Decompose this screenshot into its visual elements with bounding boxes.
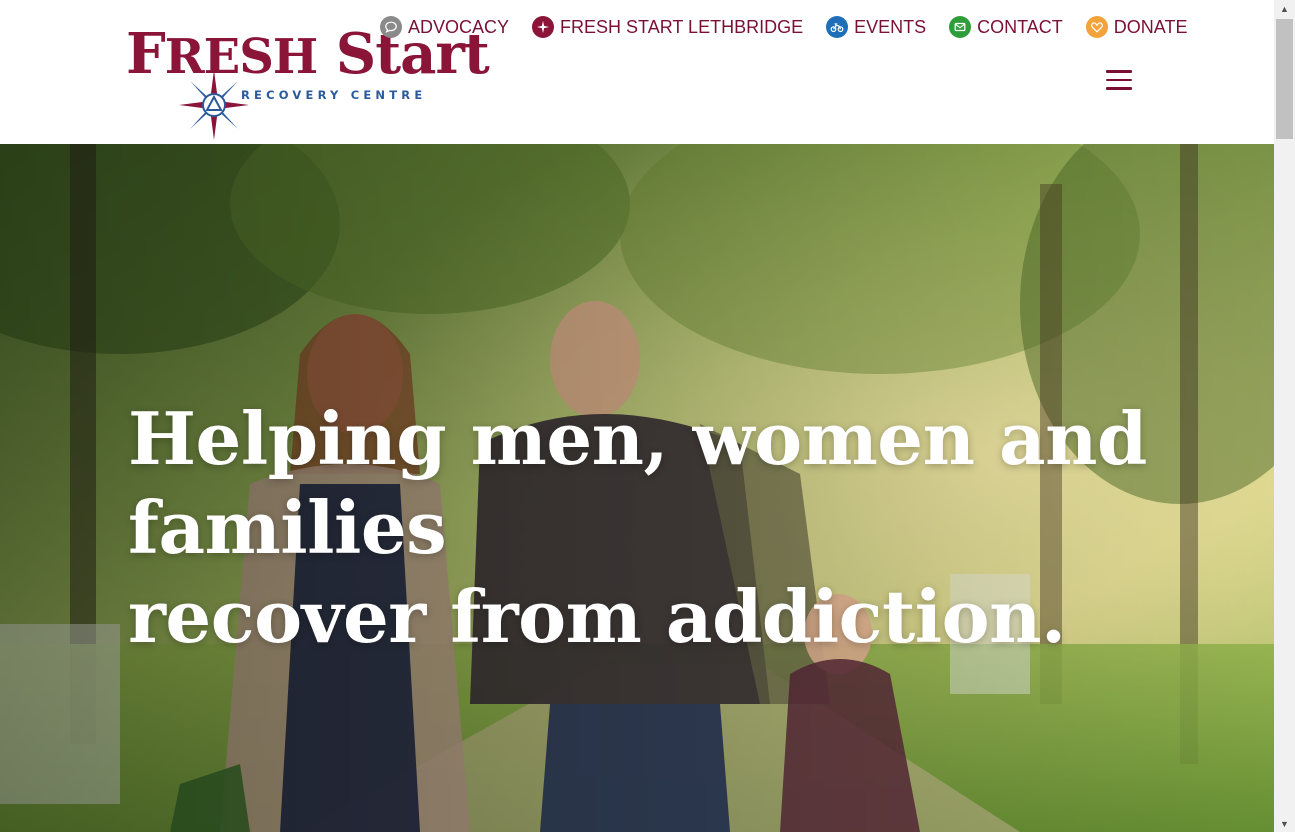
nav-advocacy[interactable]: ADVOCACY xyxy=(380,16,509,38)
scroll-up-arrow-icon[interactable]: ▲ xyxy=(1274,0,1295,17)
vertical-scrollbar[interactable]: ▲ ▼ xyxy=(1274,0,1295,832)
compass-star-icon xyxy=(179,70,249,140)
nav-advocacy-label: ADVOCACY xyxy=(408,16,510,37)
motorcycle-icon xyxy=(826,16,849,38)
hero-headline-line-1: Helping men, women and xyxy=(128,396,1147,481)
compass-star-icon xyxy=(532,16,555,38)
nav-fresh-start-lethbridge-label: FRESH START LETHBRIDGE xyxy=(560,16,804,37)
envelope-icon xyxy=(949,16,972,38)
scroll-down-arrow-icon[interactable]: ▼ xyxy=(1274,815,1295,832)
nav-events-label: EVENTS xyxy=(854,16,927,37)
nav-fresh-start-lethbridge[interactable]: FRESH START LETHBRIDGE xyxy=(532,16,803,38)
nav-contact[interactable]: CONTACT xyxy=(949,16,1063,38)
hero-section: Helping men, women and families recover … xyxy=(0,144,1274,832)
logo-subtitle: RECOVERY CENTRE xyxy=(241,88,427,102)
heart-icon xyxy=(1085,16,1108,38)
top-navigation: ADVOCACY FRESH START LETHBRIDGE EVENTS C… xyxy=(380,14,1187,40)
hero-headline: Helping men, women and families recover … xyxy=(128,394,1147,661)
logo[interactable]: FRESH Start RECOVERY CENTRE xyxy=(126,26,490,142)
chat-bubble-icon xyxy=(380,16,402,38)
scrollbar-thumb[interactable] xyxy=(1276,19,1293,139)
nav-events[interactable]: EVENTS xyxy=(826,16,926,38)
site-header: FRESH Start RECOVERY CENTRE ADVOCACY FRE… xyxy=(0,0,1274,144)
nav-contact-label: CONTACT xyxy=(977,16,1063,37)
hero-headline-line-3: recover from addiction. xyxy=(128,574,1066,659)
hero-headline-line-2: families xyxy=(128,485,447,570)
nav-donate[interactable]: DONATE xyxy=(1085,16,1188,38)
nav-donate-label: DONATE xyxy=(1113,16,1188,37)
hamburger-menu-icon[interactable] xyxy=(1106,70,1132,90)
